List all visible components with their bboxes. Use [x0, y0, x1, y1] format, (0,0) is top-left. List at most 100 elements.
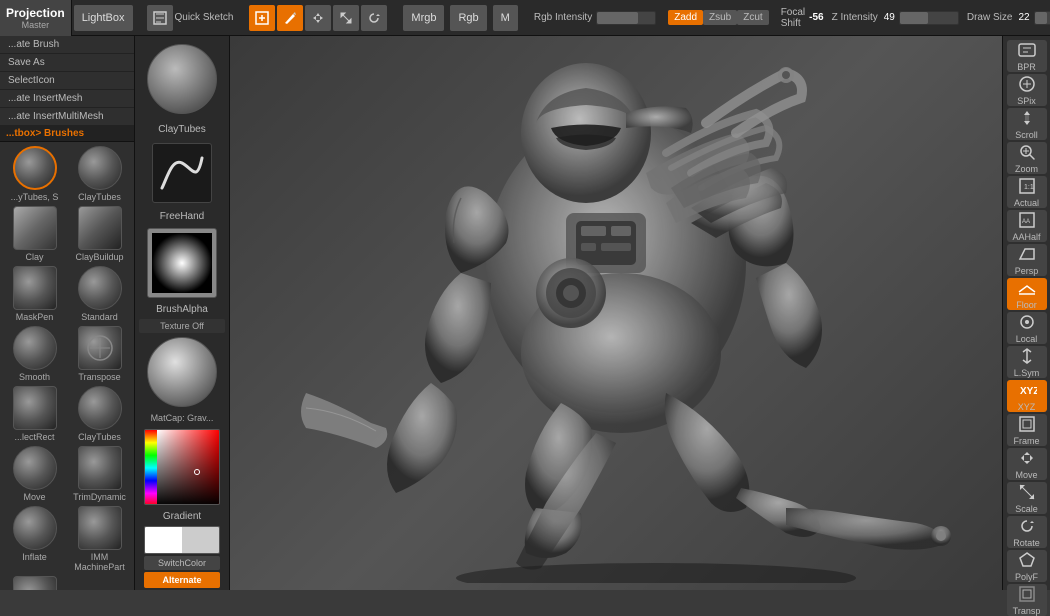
brush-large-preview[interactable] — [147, 44, 217, 114]
right-panel: BPR SPix Scroll Zoom 1:1 Actual AA AAHal… — [1002, 36, 1050, 590]
mrgb-group: Mrgb Rgb M — [399, 5, 521, 31]
polyf-button[interactable]: PolyF — [1007, 550, 1047, 582]
brush-standard[interactable]: Standard — [69, 266, 130, 322]
brush-claytubes-s[interactable]: ...yTubes, S — [4, 146, 65, 202]
transp-label: Transp — [1013, 606, 1041, 616]
draw-button[interactable] — [277, 5, 303, 31]
hue-bar[interactable] — [145, 430, 157, 505]
brush-preview-trimdynamic — [78, 446, 122, 490]
gradient-swatch[interactable] — [144, 526, 220, 554]
brush-inflate[interactable]: Inflate — [4, 506, 65, 572]
brush-preview-selectrect — [13, 386, 57, 430]
menu-item-save-as[interactable]: Save As — [0, 54, 134, 72]
texture-off-label[interactable]: Texture Off — [139, 319, 225, 333]
aahalf-label: AAHalf — [1012, 232, 1040, 242]
brush-preview-claytubes-s — [13, 146, 57, 190]
menu-item-select-icon[interactable]: SelectIcon — [0, 72, 134, 90]
z-intensity-value: 49 — [884, 12, 895, 23]
canvas-area[interactable] — [230, 36, 1002, 590]
brush-transpose[interactable]: Transpose — [69, 326, 130, 382]
matcap-preview[interactable] — [147, 337, 217, 407]
zsub-button[interactable]: Zsub — [703, 10, 737, 25]
brushes-header[interactable]: ...tbox> Brushes — [0, 126, 134, 142]
brush-preview-maskpen — [13, 266, 57, 310]
draw-size-slider[interactable] — [1034, 11, 1050, 25]
matcap-label: MatCap: Grav... — [135, 411, 229, 425]
zadd-button[interactable]: Zadd — [668, 10, 703, 25]
local-button[interactable]: Local — [1007, 312, 1047, 344]
draw-size-group: Draw Size 22 — [963, 11, 1050, 25]
local-label: Local — [1016, 334, 1038, 344]
edit-button[interactable] — [249, 5, 275, 31]
persp-button[interactable]: Persp — [1007, 244, 1047, 276]
persp-label: Persp — [1015, 266, 1039, 276]
sv-area[interactable] — [157, 430, 219, 505]
zcut-button[interactable]: Zcut — [737, 10, 768, 25]
scale-button[interactable] — [333, 5, 359, 31]
move-right-button[interactable]: Move — [1007, 448, 1047, 480]
aahalf-icon: AA — [1017, 210, 1037, 230]
alternate-button[interactable]: Alternate — [144, 572, 220, 588]
xyz-button[interactable]: XYZ XYZ — [1007, 380, 1047, 412]
brush-imm-machinepart[interactable]: IMM MachinePart — [69, 506, 130, 572]
rotate-button[interactable] — [361, 5, 387, 31]
draw-size-value: 22 — [1018, 12, 1029, 23]
scale-right-icon — [1017, 482, 1037, 502]
mrgb-button[interactable]: Mrgb — [403, 5, 444, 31]
floor-label: Floor — [1016, 300, 1037, 310]
rotate-right-icon — [1017, 516, 1037, 536]
floor-button[interactable]: Floor — [1007, 278, 1047, 310]
sv-cursor — [194, 469, 200, 475]
draw-size-label: Draw Size — [967, 12, 1013, 23]
spix-label: SPix — [1017, 96, 1036, 106]
lightbox-button[interactable]: LightBox — [74, 5, 133, 31]
scale-right-button[interactable]: Scale — [1007, 482, 1047, 514]
brush-trimdynamic[interactable]: TrimDynamic — [69, 446, 130, 502]
rgb-intensity-slider[interactable] — [596, 11, 656, 25]
lsym-label: L.Sym — [1014, 368, 1040, 378]
bpr-button[interactable]: BPR — [1007, 40, 1047, 72]
brush-preview-imm-machinepart — [78, 506, 122, 550]
menu-item-insert-mesh[interactable]: ...ate InsertMesh — [0, 90, 134, 108]
scroll-button[interactable]: Scroll — [1007, 108, 1047, 140]
alpha-preview[interactable] — [147, 228, 217, 298]
actual-button[interactable]: 1:1 Actual — [1007, 176, 1047, 208]
transp-button[interactable]: Transp — [1007, 584, 1047, 616]
z-intensity-slider[interactable] — [899, 11, 959, 25]
stroke-preview[interactable] — [152, 143, 212, 203]
brush-smooth[interactable]: Smooth — [4, 326, 65, 382]
brush-clay[interactable]: Clay — [4, 206, 65, 262]
svg-text:1:1: 1:1 — [1024, 184, 1034, 191]
rgb-button[interactable]: Rgb — [450, 5, 486, 31]
spix-button[interactable]: SPix — [1007, 74, 1047, 106]
brush-insertcube[interactable]: ...startCube — [4, 576, 65, 590]
brush-maskpen[interactable]: MaskPen — [4, 266, 65, 322]
menu-item-create-brush[interactable]: ...ate Brush — [0, 36, 134, 54]
move-button[interactable] — [305, 5, 331, 31]
projection-master-button[interactable]: Projection Master — [0, 0, 72, 36]
switch-color-button[interactable]: SwitchColor — [144, 556, 220, 570]
brush-claybuildup[interactable]: ClayBuildup — [69, 206, 130, 262]
aahalf-button[interactable]: AA AAHalf — [1007, 210, 1047, 242]
move-right-icon — [1017, 448, 1037, 468]
quick-sketch-button[interactable] — [147, 5, 173, 31]
floor-icon — [1017, 278, 1037, 298]
transp-icon — [1017, 584, 1037, 604]
scale-right-label: Scale — [1015, 504, 1038, 514]
zoom-button[interactable]: Zoom — [1007, 142, 1047, 174]
menu-item-insert-multi-mesh[interactable]: ...ate InsertMultiMesh — [0, 108, 134, 126]
brush-claytubes2[interactable]: ClayTubes — [69, 386, 130, 442]
gradient-swatch-left — [145, 527, 182, 553]
m-button[interactable]: M — [493, 5, 518, 31]
lsym-button[interactable]: L.Sym — [1007, 346, 1047, 378]
brush-selectrect[interactable]: ...lectRect — [4, 386, 65, 442]
brush-preview-claytubes — [78, 146, 122, 190]
brush-claytubes[interactable]: ClayTubes — [69, 146, 130, 202]
brush-move[interactable]: Move — [4, 446, 65, 502]
frame-button[interactable]: Frame — [1007, 414, 1047, 446]
spix-icon — [1017, 74, 1037, 94]
color-picker[interactable] — [144, 429, 220, 505]
model-container — [230, 36, 1002, 590]
rotate-right-button[interactable]: Rotate — [1007, 516, 1047, 548]
xyz-label: XYZ — [1018, 402, 1036, 412]
